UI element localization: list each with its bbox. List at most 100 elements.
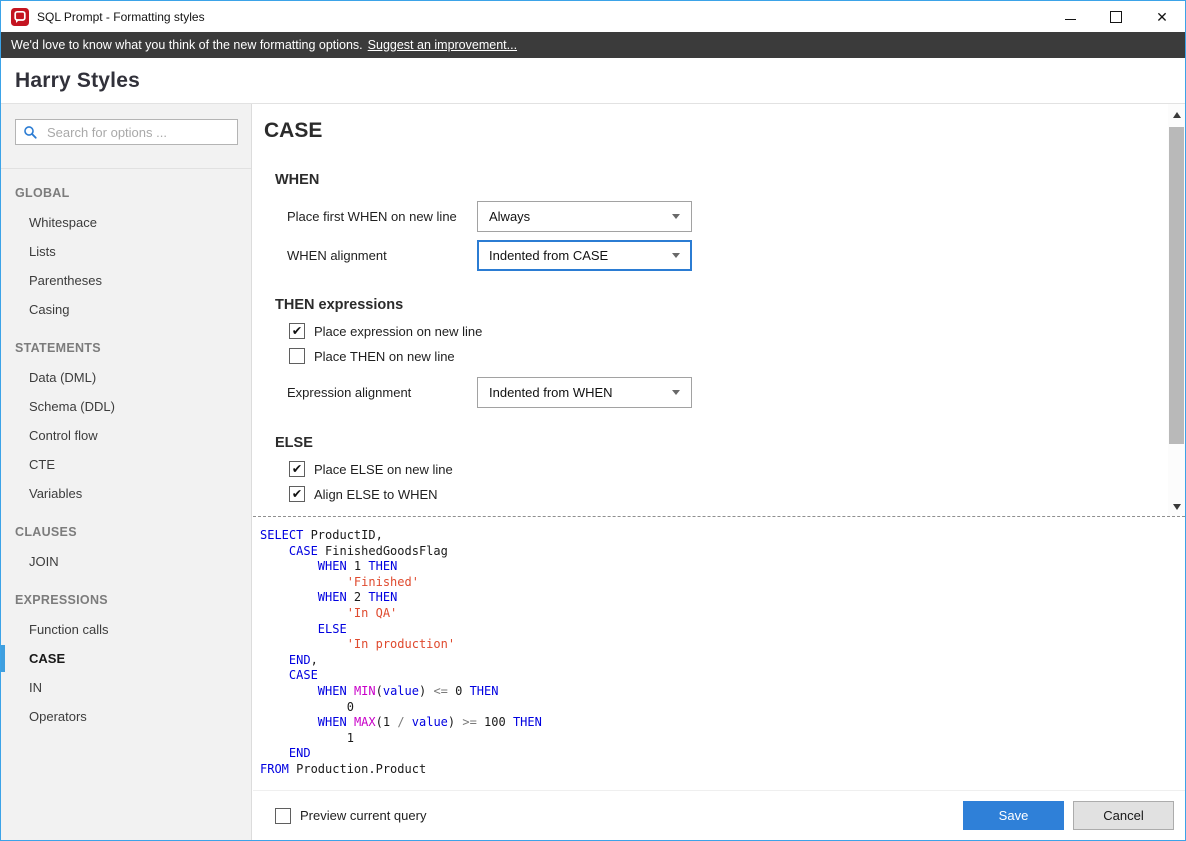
sidebar-nav: GLOBALWhitespaceListsParenthesesCasingST… <box>1 169 251 731</box>
sidebar-item-casing[interactable]: Casing <box>1 295 251 324</box>
chevron-down-icon <box>672 214 680 219</box>
search-input[interactable] <box>45 124 230 141</box>
when-section: WHEN Place first WHEN on new line Always… <box>275 172 1167 271</box>
checkbox-box <box>289 348 305 364</box>
sidebar-item-variables[interactable]: Variables <box>1 479 251 508</box>
page-title: Harry Styles <box>15 69 140 93</box>
checkbox-label: Place ELSE on new line <box>314 462 453 477</box>
else-section: ELSE ✔ Place ELSE on new line ✔ Align EL… <box>275 435 1167 502</box>
else-section-title: ELSE <box>275 435 1167 451</box>
sql-prompt-logo-icon <box>11 8 29 26</box>
close-button[interactable]: ✕ <box>1139 1 1185 32</box>
code-line: END, <box>260 653 1185 669</box>
sidebar: GLOBALWhitespaceListsParenthesesCasingST… <box>1 104 252 840</box>
dropdown-value: Always <box>489 209 672 224</box>
sql-code: SELECT ProductID, CASE FinishedGoodsFlag… <box>260 528 1185 778</box>
place-then-checkbox[interactable]: Place THEN on new line <box>289 348 1167 364</box>
titlebar: SQL Prompt - Formatting styles ✕ <box>1 1 1185 32</box>
checkbox-label: Place THEN on new line <box>314 349 455 364</box>
setting-label: WHEN alignment <box>287 248 477 263</box>
maximize-button[interactable] <box>1093 1 1139 32</box>
sidebar-section-global: GLOBAL <box>1 169 251 208</box>
setting-label: Place first WHEN on new line <box>287 209 477 224</box>
panel-title: CASE <box>264 119 1167 143</box>
setting-row: WHEN alignment Indented from CASE <box>287 240 1167 271</box>
window-title: SQL Prompt - Formatting styles <box>37 10 205 24</box>
place-first-when-dropdown[interactable]: Always <box>477 201 692 232</box>
sidebar-item-function-calls[interactable]: Function calls <box>1 615 251 644</box>
checkbox-label: Preview current query <box>300 808 426 823</box>
suggest-improvement-link[interactable]: Suggest an improvement... <box>368 38 517 52</box>
code-line: 'Finished' <box>260 575 1185 591</box>
feedback-banner: We'd love to know what you think of the … <box>1 32 1185 58</box>
checkbox-label: Align ELSE to WHEN <box>314 487 438 502</box>
checkbox-box <box>275 808 291 824</box>
settings-scrollbar[interactable] <box>1168 104 1185 517</box>
sidebar-item-cte[interactable]: CTE <box>1 450 251 479</box>
maximize-icon <box>1110 11 1122 23</box>
sidebar-item-lists[interactable]: Lists <box>1 237 251 266</box>
dropdown-value: Indented from WHEN <box>489 385 672 400</box>
code-line: SELECT ProductID, <box>260 528 1185 544</box>
app-window: SQL Prompt - Formatting styles ✕ We'd lo… <box>0 0 1186 841</box>
minimize-icon <box>1065 19 1076 20</box>
sidebar-item-in[interactable]: IN <box>1 673 251 702</box>
checkbox-box: ✔ <box>289 461 305 477</box>
setting-row: Place first WHEN on new line Always <box>287 201 1167 232</box>
sidebar-section-expressions: EXPRESSIONS <box>1 576 251 615</box>
save-button[interactable]: Save <box>963 801 1064 830</box>
code-line: ELSE <box>260 622 1185 638</box>
checkbox-label: Place expression on new line <box>314 324 482 339</box>
sql-preview-panel: SELECT ProductID, CASE FinishedGoodsFlag… <box>253 518 1185 790</box>
sidebar-item-schema-ddl[interactable]: Schema (DDL) <box>1 392 251 421</box>
scrollbar-thumb[interactable] <box>1169 127 1184 444</box>
sidebar-section-clauses: CLAUSES <box>1 508 251 547</box>
code-line: CASE <box>260 668 1185 684</box>
code-line: 0 <box>260 700 1185 716</box>
chevron-down-icon <box>672 390 680 395</box>
setting-label: Expression alignment <box>287 385 477 400</box>
sidebar-item-join[interactable]: JOIN <box>1 547 251 576</box>
code-line: WHEN MAX(1 / value) >= 100 THEN <box>260 715 1185 731</box>
sidebar-item-whitespace[interactable]: Whitespace <box>1 208 251 237</box>
checkbox-box: ✔ <box>289 323 305 339</box>
expression-alignment-dropdown[interactable]: Indented from WHEN <box>477 377 692 408</box>
sidebar-item-case[interactable]: CASE <box>1 644 251 673</box>
minimize-button[interactable] <box>1047 1 1093 32</box>
when-section-title: WHEN <box>275 172 1167 188</box>
scroll-up-button[interactable] <box>1168 106 1185 123</box>
code-line: WHEN 2 THEN <box>260 590 1185 606</box>
settings-panel: CASE WHEN Place first WHEN on new line A… <box>253 104 1167 517</box>
style-header: Harry Styles <box>1 58 1185 104</box>
place-expression-checkbox[interactable]: ✔ Place expression on new line <box>289 323 1167 339</box>
triangle-down-icon <box>1173 504 1181 510</box>
code-line: 'In production' <box>260 637 1185 653</box>
footer-bar: Preview current query Save Cancel <box>253 790 1185 840</box>
triangle-up-icon <box>1173 112 1181 118</box>
preview-query-checkbox[interactable]: Preview current query <box>275 808 426 824</box>
sidebar-item-control-flow[interactable]: Control flow <box>1 421 251 450</box>
code-line: FROM Production.Product <box>260 762 1185 778</box>
scroll-down-button[interactable] <box>1168 498 1185 515</box>
place-else-checkbox[interactable]: ✔ Place ELSE on new line <box>289 461 1167 477</box>
search-box[interactable] <box>15 119 238 145</box>
code-line: WHEN MIN(value) <= 0 THEN <box>260 684 1185 700</box>
search-icon <box>23 125 38 140</box>
window-controls: ✕ <box>1047 1 1185 32</box>
close-icon: ✕ <box>1156 10 1168 24</box>
banner-message: We'd love to know what you think of the … <box>11 38 363 52</box>
sidebar-item-parentheses[interactable]: Parentheses <box>1 266 251 295</box>
chevron-down-icon <box>672 253 680 258</box>
sidebar-section-statements: STATEMENTS <box>1 324 251 363</box>
code-line: END <box>260 746 1185 762</box>
sidebar-item-operators[interactable]: Operators <box>1 702 251 731</box>
when-alignment-dropdown[interactable]: Indented from CASE <box>477 240 692 271</box>
checkbox-box: ✔ <box>289 486 305 502</box>
setting-row: Expression alignment Indented from WHEN <box>287 377 1167 408</box>
then-section: THEN expressions ✔ Place expression on n… <box>275 297 1167 408</box>
sidebar-item-data-dml[interactable]: Data (DML) <box>1 363 251 392</box>
align-else-checkbox[interactable]: ✔ Align ELSE to WHEN <box>289 486 1167 502</box>
code-line: WHEN 1 THEN <box>260 559 1185 575</box>
cancel-button[interactable]: Cancel <box>1073 801 1174 830</box>
code-line: 1 <box>260 731 1185 747</box>
